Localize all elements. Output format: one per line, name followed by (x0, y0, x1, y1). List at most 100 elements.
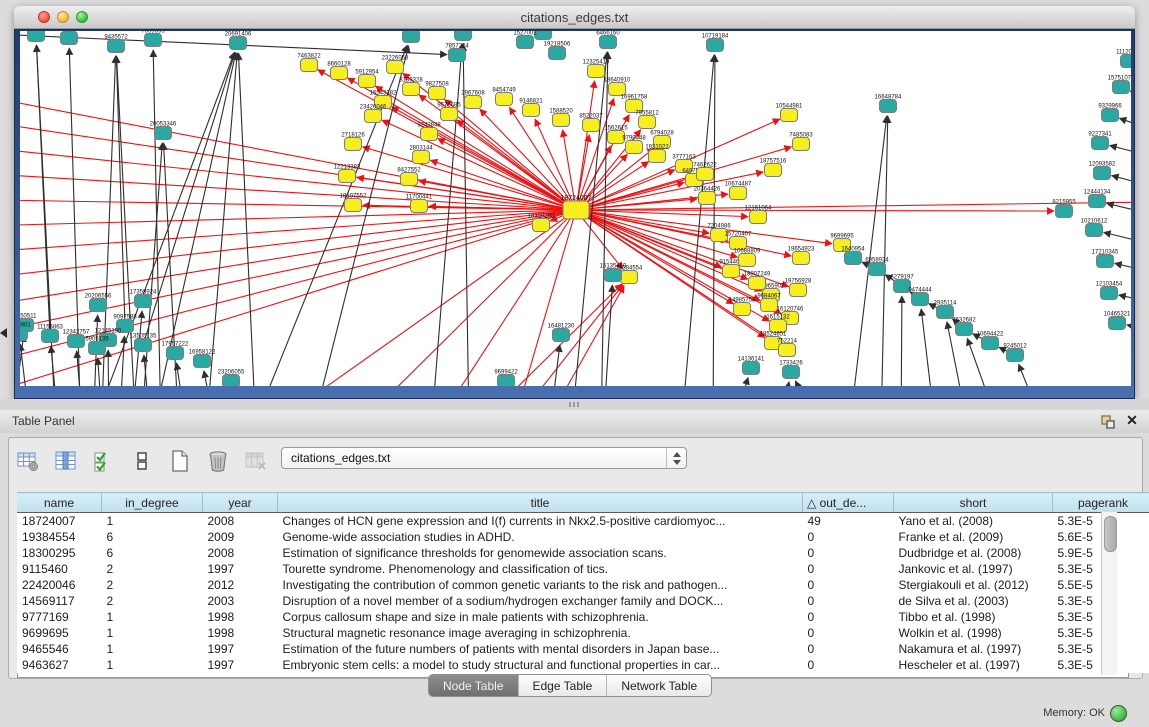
cell-short[interactable]: Yano et al. (2008) (894, 513, 1053, 530)
cell-year[interactable]: 2008 (203, 545, 278, 561)
cell-in_degree[interactable]: 6 (102, 545, 203, 561)
cell-name[interactable]: 14569117 (17, 593, 102, 609)
column-header-name[interactable]: name (17, 493, 102, 513)
cell-short[interactable]: Stergiakouli et al. (2012) (894, 577, 1053, 593)
graph-edge[interactable] (261, 210, 576, 386)
table-row[interactable]: 1938455462009Genome-wide association stu… (17, 529, 1149, 545)
graph-node-10465321[interactable]: 10465321 (1104, 312, 1131, 330)
graph-node-14985756[interactable]: 14985756 (729, 298, 756, 316)
cell-out_degree[interactable]: 0 (803, 529, 894, 545)
cell-short[interactable]: de Silva et al. (2003) (894, 593, 1053, 609)
graph-node-5905135[interactable]: 5905135 (85, 337, 109, 355)
graph-node-16648784[interactable]: 16648784 (875, 95, 902, 113)
graph-node-12161064[interactable]: 12161064 (745, 206, 772, 224)
citation-graph[interactable]: 1872400774638228660128591295423226058982… (20, 31, 1131, 386)
cell-year[interactable]: 2009 (203, 529, 278, 545)
cell-short[interactable]: Tibbo et al. (1998) (894, 609, 1053, 625)
graph-node-11120023[interactable]: 11120023 (1116, 50, 1131, 68)
graph-node-23226058[interactable]: 23226058 (382, 56, 409, 74)
cell-title[interactable]: Disruption of a novel member of a sodium… (278, 593, 803, 609)
graph-node-11700441[interactable]: 11700441 (406, 195, 433, 213)
graph-edge[interactable] (576, 202, 1131, 210)
float-panel-icon[interactable] (1100, 414, 1116, 430)
graph-node-9242848[interactable]: 9242848 (417, 123, 441, 141)
graph-node-9329966[interactable]: 9329966 (1098, 104, 1122, 122)
graph-edge[interactable] (1119, 118, 1131, 128)
graph-node-18757516[interactable]: 18757516 (760, 159, 787, 177)
cell-short[interactable]: Hescheler et al. (1997) (894, 657, 1053, 673)
graph-edge[interactable] (681, 55, 714, 386)
graph-edge[interactable] (20, 210, 576, 255)
close-panel-icon[interactable]: ✕ (1124, 412, 1140, 428)
column-header-in_degree[interactable]: in_degree (102, 493, 203, 513)
graph-node-1527002[interactable]: 1527002 (513, 31, 537, 49)
graph-node-9146821[interactable]: 9146821 (519, 99, 543, 117)
show-columns-icon[interactable] (53, 448, 79, 474)
column-header-pagerank[interactable]: pagerank (1053, 493, 1149, 513)
cell-out_degree[interactable]: 0 (803, 561, 894, 577)
table-row[interactable]: 977716911998Corpus callosum shape and si… (17, 609, 1149, 625)
column-header-title[interactable]: title (278, 493, 803, 513)
graph-edge[interactable] (1127, 325, 1131, 329)
graph-node-20206556[interactable]: 20206556 (85, 294, 112, 312)
cell-out_degree[interactable]: 0 (803, 593, 894, 609)
graph-edge[interactable] (1112, 176, 1131, 185)
table-row[interactable]: 1830029562008Estimation of significance … (17, 545, 1149, 561)
graph-node-2967608[interactable]: 2967608 (461, 91, 485, 109)
table-row[interactable]: 969969511998Structural magnetic resonanc… (17, 625, 1149, 641)
graph-node-8660128[interactable]: 8660128 (327, 62, 351, 80)
graph-node-8427552[interactable]: 8427552 (397, 168, 421, 186)
graph-edge[interactable] (1115, 263, 1131, 271)
network-canvas[interactable]: 1872400774638228660128591295423226058982… (20, 31, 1131, 386)
column-header-short[interactable]: short (894, 493, 1053, 513)
cell-year[interactable]: 1997 (203, 641, 278, 657)
select-all-checkboxes-icon[interactable] (91, 448, 117, 474)
graph-node-18300295[interactable]: 18300295 (528, 214, 555, 232)
tab-node-table[interactable]: Node Table (429, 675, 519, 696)
cell-short[interactable]: Dudbridge et al. (2008) (894, 545, 1053, 561)
graph-node-14136141[interactable]: 14136141 (738, 357, 765, 375)
graph-edge[interactable] (143, 53, 235, 345)
graph-node-9699422[interactable]: 9699422 (494, 370, 518, 387)
graph-edge[interactable] (1104, 232, 1131, 243)
graph-node-17957222[interactable]: 17957222 (162, 342, 189, 360)
graph-edge[interactable] (119, 336, 124, 386)
tab-edge-table[interactable]: Edge Table (519, 675, 608, 696)
graph-edge[interactable] (20, 143, 576, 210)
cell-out_degree[interactable]: 0 (803, 609, 894, 625)
cell-in_degree[interactable]: 2 (102, 577, 203, 593)
graph-node-10653287[interactable]: 10653287 (450, 31, 477, 41)
graph-node-10210612[interactable]: 10210612 (1081, 219, 1108, 237)
graph-node-10674487[interactable]: 10674487 (725, 182, 752, 200)
network-window-titlebar[interactable]: citations_edges.txt (14, 6, 1135, 29)
graph-node-19756928[interactable]: 19756928 (785, 279, 812, 297)
cell-out_degree[interactable]: 0 (803, 545, 894, 561)
cell-name[interactable]: 22420046 (17, 577, 102, 593)
graph-node-7699693[interactable]: 7699693 (141, 31, 165, 47)
table-row[interactable]: 1456911722003Disruption of a novel membe… (17, 593, 1149, 609)
cell-title[interactable]: Tourette syndrome. Phenomenology and cla… (278, 561, 803, 577)
cell-in_degree[interactable]: 1 (102, 641, 203, 657)
new-column-icon[interactable] (167, 448, 193, 474)
graph-edge[interactable] (20, 210, 576, 283)
cell-title[interactable]: Estimation of the future numbers of pati… (278, 641, 803, 657)
graph-node-10544981[interactable]: 10544981 (776, 104, 803, 122)
cell-in_degree[interactable]: 6 (102, 529, 203, 545)
graph-edge[interactable] (431, 210, 576, 386)
cell-title[interactable]: Genome-wide association studies in ADHD. (278, 529, 803, 545)
graph-edge[interactable] (363, 147, 576, 210)
cell-in_degree[interactable]: 2 (102, 593, 203, 609)
cell-year[interactable]: 2003 (203, 593, 278, 609)
graph-node-9790448[interactable]: 9790448 (622, 136, 646, 154)
graph-edge[interactable] (176, 363, 187, 386)
cell-title[interactable]: Structural magnetic resonance image aver… (278, 625, 803, 641)
graph-edge[interactable] (457, 120, 576, 210)
cell-year[interactable]: 1997 (203, 561, 278, 577)
graph-node-5912954[interactable]: 5912954 (355, 70, 379, 88)
cell-short[interactable]: Wolkin et al. (1998) (894, 625, 1053, 641)
graph-node-18724007[interactable]: 18724007 (560, 195, 591, 219)
table-row[interactable]: 946362711997Embryonic stem cells: a mode… (17, 657, 1149, 673)
delete-column-trash-icon[interactable] (205, 448, 231, 474)
graph-edge[interactable] (1107, 203, 1131, 213)
graph-node-20691406[interactable]: 20691406 (225, 32, 252, 50)
